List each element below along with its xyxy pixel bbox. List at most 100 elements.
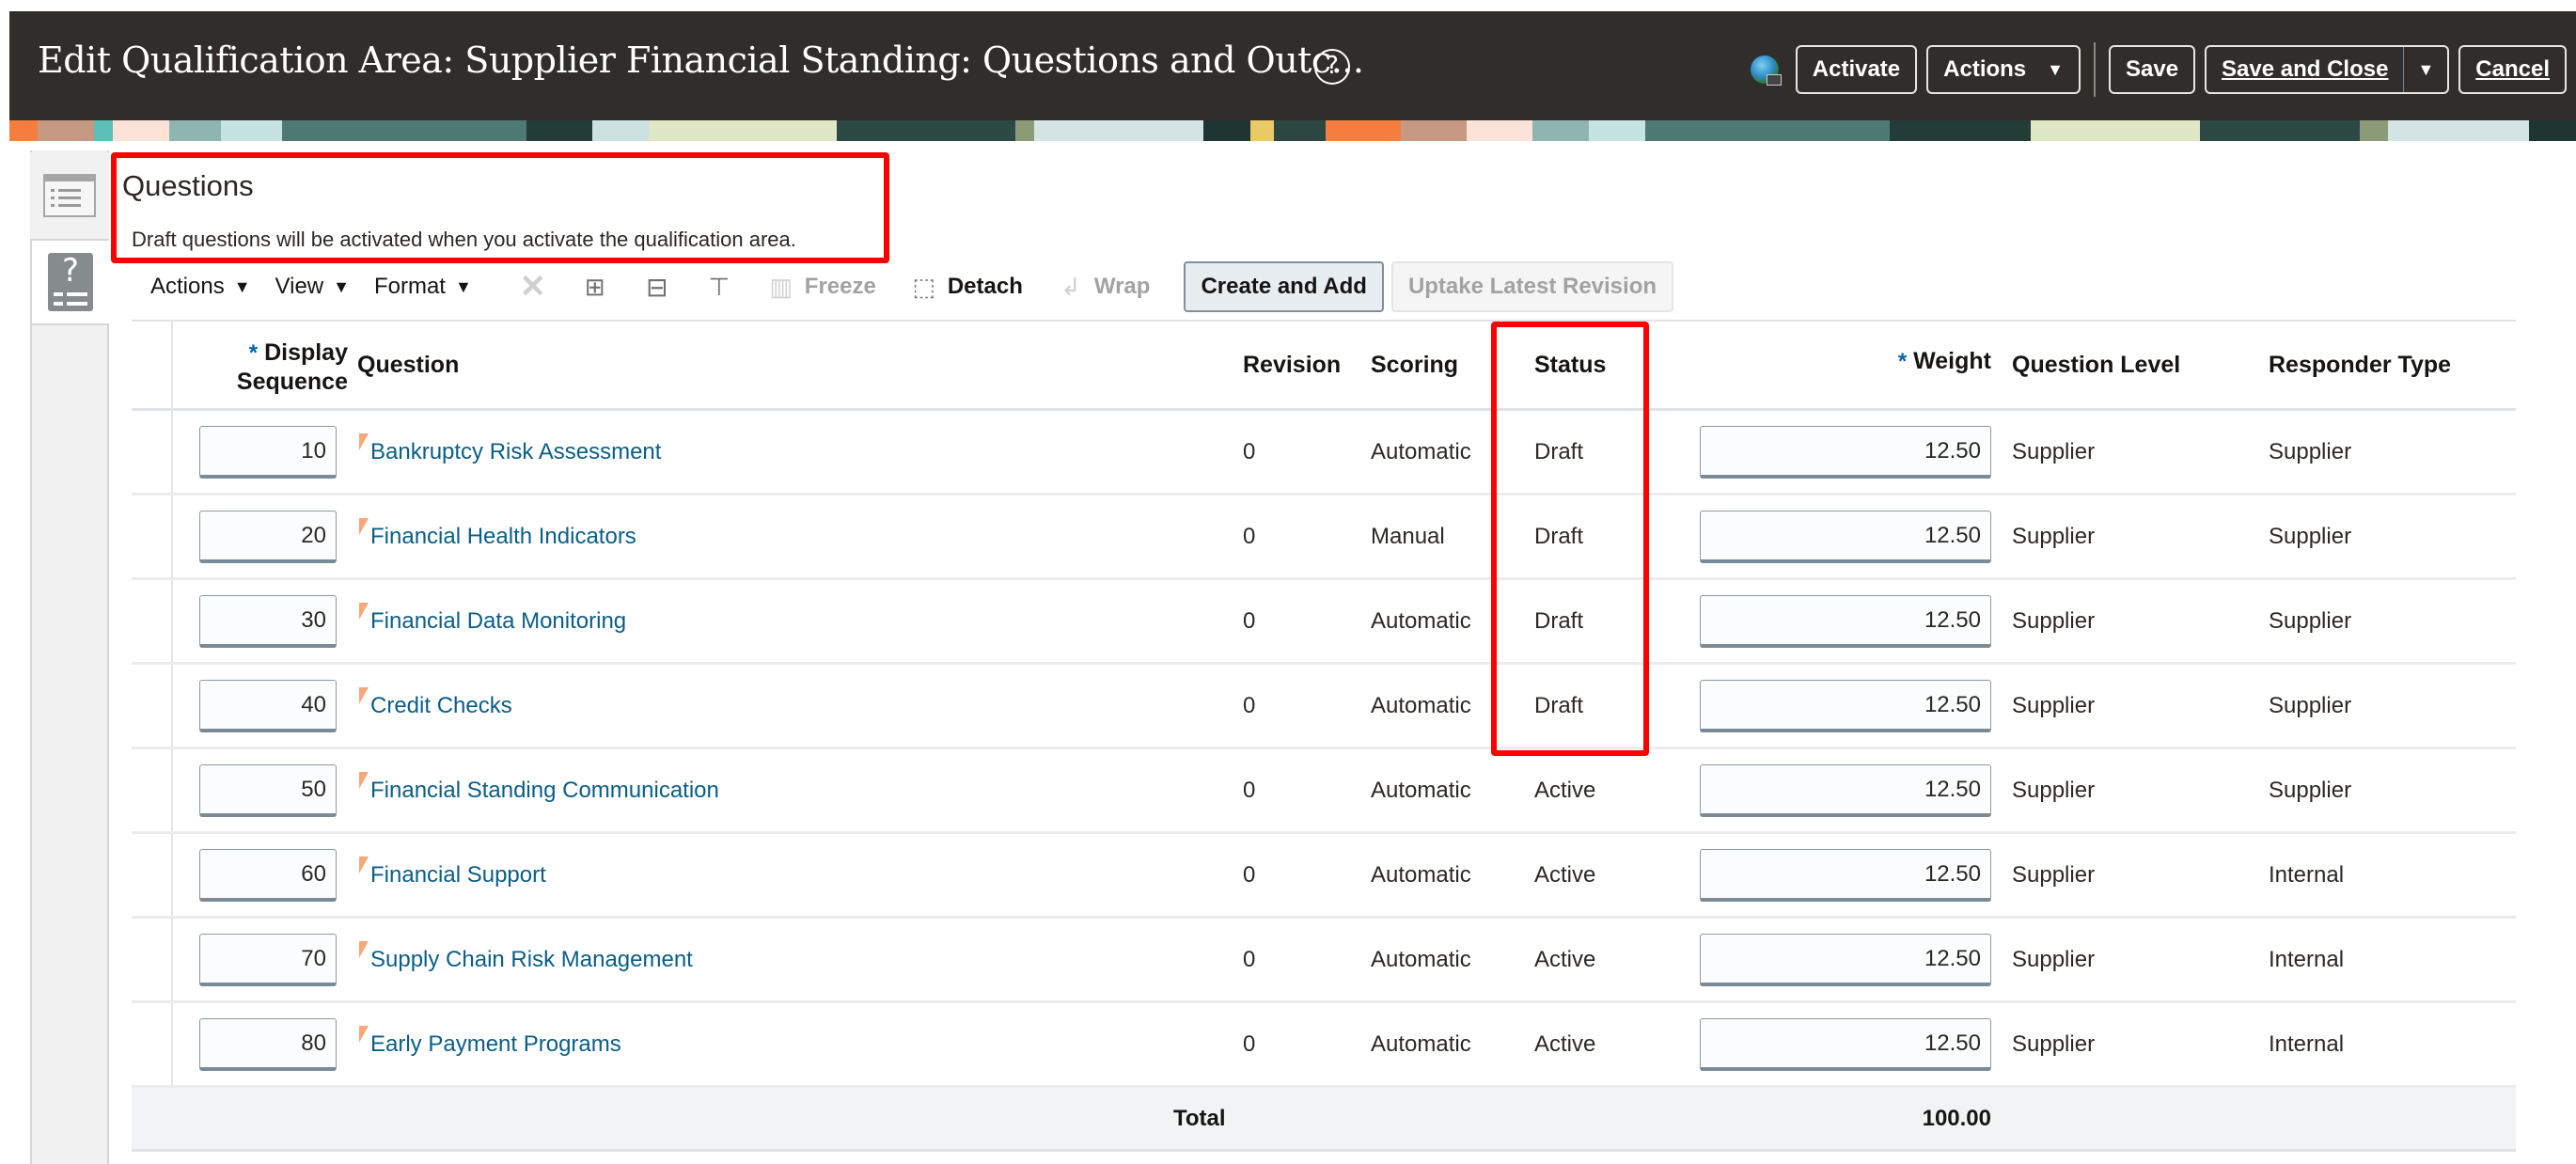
detach-icon[interactable]: ⬚ bbox=[910, 273, 938, 301]
weight-input[interactable] bbox=[1700, 595, 1991, 648]
table-row[interactable]: Financial Data Monitoring 0 Automatic Draft… bbox=[132, 580, 2516, 665]
format-menu[interactable]: Format ▼ bbox=[374, 274, 472, 300]
freeze-button[interactable]: Freeze bbox=[805, 274, 876, 300]
table-row[interactable]: Early Payment Programs 0 Automatic Active Su… bbox=[132, 1003, 2516, 1088]
display-sequence-input[interactable] bbox=[199, 595, 337, 648]
weight-input[interactable] bbox=[1700, 680, 1991, 732]
insert-row-icon[interactable]: ⊞ bbox=[581, 273, 609, 301]
header-label: Sequence bbox=[236, 369, 348, 395]
weight-input[interactable] bbox=[1700, 764, 1991, 817]
status-cell: Active bbox=[1534, 777, 1596, 803]
weight-input[interactable] bbox=[1700, 934, 1991, 986]
revision-cell: 0 bbox=[1243, 861, 1256, 888]
wrap-icon[interactable]: ↲ bbox=[1057, 273, 1085, 301]
revision-cell: 0 bbox=[1243, 523, 1256, 549]
question-cell: Credit Checks bbox=[359, 665, 512, 747]
uptake-latest-revision-button[interactable]: Uptake Latest Revision bbox=[1390, 261, 1674, 312]
responder-type-cell: Supplier bbox=[2269, 607, 2352, 634]
display-sequence-input[interactable] bbox=[199, 511, 337, 563]
save-button[interactable]: Save bbox=[2108, 45, 2196, 94]
actions-label: Actions bbox=[1943, 56, 2027, 82]
weight-input[interactable] bbox=[1700, 511, 1991, 563]
question-link[interactable]: Early Payment Programs bbox=[359, 1025, 621, 1058]
save-options-caret-icon[interactable]: ▼ bbox=[2404, 47, 2447, 92]
table-row[interactable]: Financial Standing Communication 0 Automat… bbox=[132, 749, 2516, 834]
question-link[interactable]: Supply Chain Risk Management bbox=[359, 940, 693, 973]
filter-icon[interactable]: ⊤ bbox=[705, 273, 733, 301]
display-sequence-input[interactable] bbox=[199, 934, 337, 986]
wrap-button[interactable]: Wrap bbox=[1094, 274, 1151, 300]
delete-icon[interactable]: ✕ bbox=[519, 269, 547, 305]
column-header-weight[interactable]: * Weight bbox=[1890, 348, 1991, 375]
scoring-cell: Automatic bbox=[1371, 607, 1471, 634]
question-link[interactable]: Financial Data Monitoring bbox=[359, 602, 626, 635]
section-title: Questions bbox=[122, 169, 254, 202]
question-link[interactable]: Financial Support bbox=[359, 856, 546, 889]
table-row[interactable]: Financial Support 0 Automatic Active Supplie… bbox=[132, 834, 2516, 919]
save-and-close-split-button: Save and Close ▼ bbox=[2205, 45, 2450, 94]
revision-cell: 0 bbox=[1243, 777, 1256, 803]
status-cell: Draft bbox=[1534, 692, 1584, 718]
responder-type-cell: Supplier bbox=[2269, 523, 2352, 549]
add-row-icon[interactable]: ⊟ bbox=[643, 273, 671, 302]
side-tab-overview[interactable] bbox=[30, 152, 109, 241]
display-sequence-input[interactable] bbox=[199, 426, 337, 479]
header-label: Display bbox=[264, 339, 348, 366]
weight-input[interactable] bbox=[1700, 849, 1991, 902]
responder-type-cell: Internal bbox=[2269, 946, 2345, 972]
scoring-cell: Automatic bbox=[1371, 1030, 1471, 1057]
weight-input[interactable] bbox=[1700, 426, 1991, 479]
help-icon[interactable]: ? bbox=[1314, 49, 1350, 85]
weight-input[interactable] bbox=[1700, 1018, 1991, 1071]
globe-icon[interactable] bbox=[1750, 55, 1782, 86]
question-level-cell: Supplier bbox=[2012, 523, 2096, 549]
question-cell: Financial Standing Communication bbox=[359, 749, 719, 831]
revision-cell: 0 bbox=[1243, 946, 1256, 972]
column-header-revision[interactable]: Revision bbox=[1243, 352, 1341, 379]
column-header-question-level[interactable]: Question Level bbox=[2012, 352, 2180, 379]
actions-menu[interactable]: Actions ▼ bbox=[150, 274, 251, 300]
display-sequence-input[interactable] bbox=[199, 1018, 337, 1071]
question-level-cell: Supplier bbox=[2012, 607, 2096, 634]
create-and-add-button[interactable]: Create and Add bbox=[1184, 261, 1384, 312]
toolbar-divider bbox=[2093, 42, 2096, 97]
display-sequence-input[interactable] bbox=[199, 680, 337, 732]
detach-button[interactable]: Detach bbox=[948, 274, 1023, 300]
status-cell: Active bbox=[1534, 861, 1596, 888]
save-and-close-button[interactable]: Save and Close bbox=[2207, 47, 2405, 92]
question-link[interactable]: Bankruptcy Risk Assessment bbox=[359, 433, 661, 465]
table-row[interactable]: Bankruptcy Risk Assessment 0 Automatic Draf… bbox=[132, 411, 2516, 495]
cancel-button[interactable]: Cancel bbox=[2458, 45, 2567, 94]
table-row[interactable]: Credit Checks 0 Automatic Draft Supplier Supp… bbox=[132, 665, 2516, 749]
table-row[interactable]: Supply Chain Risk Management 0 Automatic Ac… bbox=[132, 919, 2516, 1003]
responder-type-cell: Supplier bbox=[2269, 777, 2352, 803]
freeze-icon[interactable]: ▥ bbox=[767, 273, 795, 301]
column-header-scoring[interactable]: Scoring bbox=[1371, 352, 1458, 379]
responder-type-cell: Internal bbox=[2269, 861, 2345, 888]
header-label: Weight bbox=[1913, 348, 1991, 374]
required-marker: * bbox=[248, 340, 259, 366]
side-tab-questions[interactable]: ? bbox=[30, 241, 109, 325]
question-link[interactable]: Financial Health Indicators bbox=[359, 517, 636, 550]
actions-menu-button[interactable]: Actions ▼ bbox=[1926, 45, 2081, 94]
question-level-cell: Supplier bbox=[2012, 861, 2096, 888]
status-cell: Active bbox=[1534, 946, 1596, 972]
view-menu[interactable]: View ▼ bbox=[275, 274, 350, 300]
caret-down-icon: ▼ bbox=[454, 276, 472, 296]
question-cell: Supply Chain Risk Management bbox=[359, 919, 693, 1000]
column-header-display-sequence[interactable]: * Display Sequence bbox=[212, 338, 348, 397]
table-row[interactable]: Financial Health Indicators 0 Manual Draft S… bbox=[132, 495, 2516, 580]
question-cell: Financial Data Monitoring bbox=[359, 580, 626, 662]
format-menu-label: Format bbox=[373, 274, 446, 299]
question-level-cell: Supplier bbox=[2012, 692, 2096, 718]
question-link[interactable]: Credit Checks bbox=[359, 686, 512, 719]
question-link[interactable]: Financial Standing Communication bbox=[359, 771, 719, 804]
column-header-question[interactable]: Question bbox=[357, 352, 459, 379]
column-header-responder-type[interactable]: Responder Type bbox=[2269, 352, 2451, 379]
activate-button[interactable]: Activate bbox=[1795, 45, 1918, 94]
display-sequence-input[interactable] bbox=[199, 849, 337, 902]
responder-type-cell: Internal bbox=[2269, 1030, 2345, 1057]
scoring-cell: Automatic bbox=[1371, 946, 1471, 972]
display-sequence-input[interactable] bbox=[199, 764, 337, 817]
column-header-status[interactable]: Status bbox=[1534, 352, 1606, 379]
